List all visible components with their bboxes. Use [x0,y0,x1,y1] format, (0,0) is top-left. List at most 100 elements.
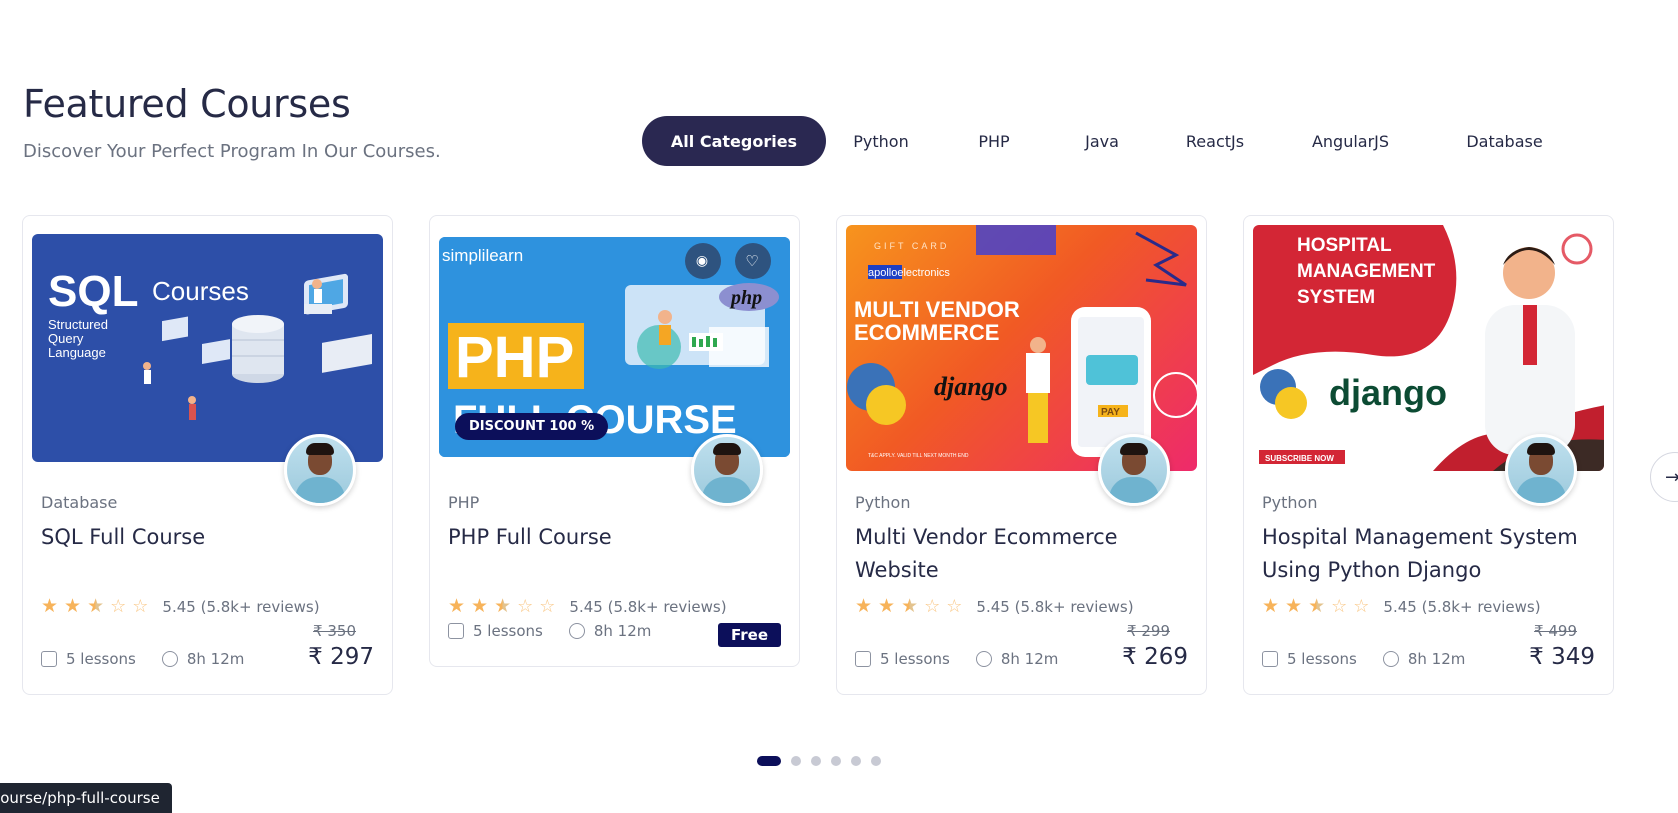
clock-icon [161,651,178,667]
star-outline-icon: ☆ [517,595,534,617]
star-half-icon: ★ [494,595,512,617]
star-icon: ★ [855,595,873,617]
course-duration: 8h 12m [1000,650,1059,668]
lessons-count: 5 lessons [473,622,543,640]
course-duration: 8h 12m [1407,650,1466,668]
link-status-text: course/php-full-course [0,789,160,807]
thumb-sub: Structured [48,317,108,332]
box-icon [448,623,464,639]
rating-text: 5.45 (5.8k+ reviews) [569,597,727,616]
pagination-dot[interactable] [811,756,821,766]
star-icon: ★ [1285,595,1303,617]
course-rating: ★ ★ ★ ☆ ☆ 5.45 (5.8k+ reviews) [1262,597,1541,616]
thumb-word: Courses [152,276,249,306]
star-outline-icon: ☆ [946,595,963,617]
thumb-subscribe: SUBSCRIBE NOW [1265,454,1334,463]
course-card[interactable]: HOSPITAL MANAGEMENT SYSTEM django SUBSCR… [1243,215,1614,695]
thumb-django: django [934,372,1008,401]
course-category[interactable]: Python [855,493,910,512]
thumb-small: GIFT CARD [874,241,949,251]
pagination-dot[interactable] [757,756,781,766]
star-icon: ★ [64,595,82,617]
thumb-big-text: PHP [455,325,574,390]
star-icon: ★ [448,595,466,617]
thumb-line3: SYSTEM [1297,287,1375,308]
lessons-count: 5 lessons [880,650,950,668]
course-rating: ★ ★ ★ ☆ ☆ 5.45 (5.8k+ reviews) [855,597,1134,616]
tab-angularjs[interactable]: AngularJS [1278,116,1423,166]
course-thumbnail[interactable]: SQL Courses Structured Query Language [32,234,383,462]
course-rating: ★ ★ ★ ☆ ☆ 5.45 (5.8k+ reviews) [448,597,727,616]
pagination-dot[interactable] [871,756,881,766]
star-half-icon: ★ [87,595,105,617]
thumb-line1: MULTI VENDOR [854,297,1020,322]
carousel-next-button[interactable]: → [1650,452,1678,502]
tab-all-categories[interactable]: All Categories [642,116,826,166]
course-meta: 5 lessons 8h 12m [448,622,651,640]
star-outline-icon: ☆ [132,595,149,617]
instructor-avatar[interactable] [1505,434,1577,506]
course-category[interactable]: Python [1262,493,1317,512]
course-card[interactable]: simplilearn PHP FULL COURSE php ◉ ♡ DISC… [429,215,800,667]
section-subtitle: Discover Your Perfect Program In Our Cou… [23,141,441,162]
pagination-dot[interactable] [791,756,801,766]
clock-icon [975,651,992,667]
star-outline-icon: ☆ [1331,595,1348,617]
course-category[interactable]: PHP [448,493,479,512]
rating-text: 5.45 (5.8k+ reviews) [976,597,1134,616]
star-half-icon: ★ [1308,595,1326,617]
star-icon: ★ [878,595,896,617]
course-card[interactable]: GIFT CARD apolloelectronics MULTI VENDOR… [836,215,1207,695]
course-thumbnail[interactable]: GIFT CARD apolloelectronics MULTI VENDOR… [846,225,1197,471]
course-rating: ★ ★ ★ ☆ ☆ 5.45 (5.8k+ reviews) [41,597,320,616]
tab-java[interactable]: Java [1052,116,1152,166]
star-icon: ★ [41,595,59,617]
eye-icon[interactable]: ◉ [692,251,712,271]
sql-illustration: SQL Courses Structured Query Language [48,267,372,420]
thumb-django: django [1329,372,1447,413]
free-badge: Free [717,623,781,647]
course-card[interactable]: SQL Courses Structured Query Language Da… [22,215,393,695]
ecommerce-illustration: GIFT CARD apolloelectronics MULTI VENDOR… [847,225,1197,459]
heart-icon[interactable]: ♡ [742,251,762,271]
thumb-line2: ECOMMERCE [854,320,999,345]
course-title[interactable]: SQL Full Course [41,521,368,554]
old-price: ₹ 499 [1534,622,1577,640]
star-outline-icon: ☆ [539,595,556,617]
thumb-line1: HOSPITAL [1297,235,1392,256]
lessons-count: 5 lessons [1287,650,1357,668]
instructor-avatar[interactable] [1098,434,1170,506]
thumb-pay: PAY [1101,407,1120,418]
tab-php[interactable]: PHP [936,116,1052,166]
course-thumbnail[interactable]: HOSPITAL MANAGEMENT SYSTEM django SUBSCR… [1253,225,1604,471]
tab-python[interactable]: Python [826,116,936,166]
course-category[interactable]: Database [41,493,117,512]
star-icon: ★ [471,595,489,617]
clock-icon [568,623,585,639]
instructor-avatar[interactable] [691,434,763,506]
star-icon: ★ [1262,595,1280,617]
course-price: ₹ 297 [308,644,374,670]
star-outline-icon: ☆ [110,595,127,617]
old-price: ₹ 350 [313,622,356,640]
course-title[interactable]: Hospital Management System Using Python … [1262,521,1589,587]
clock-icon [1382,651,1399,667]
course-title[interactable]: PHP Full Course [448,521,775,554]
course-meta: 5 lessons 8h 12m [1262,650,1465,668]
course-thumbnail[interactable]: simplilearn PHP FULL COURSE php ◉ ♡ DISC… [439,237,790,457]
instructor-avatar[interactable] [284,434,356,506]
pagination-dot[interactable] [831,756,841,766]
tab-database[interactable]: Database [1423,116,1586,166]
box-icon [41,651,57,667]
tab-reactjs[interactable]: ReactJs [1152,116,1278,166]
course-duration: 8h 12m [593,622,652,640]
course-price: ₹ 269 [1122,644,1188,670]
thumb-line2: MANAGEMENT [1297,261,1436,282]
rating-text: 5.45 (5.8k+ reviews) [162,597,320,616]
course-title[interactable]: Multi Vendor Ecommerce Website [855,521,1182,587]
rating-text: 5.45 (5.8k+ reviews) [1383,597,1541,616]
hospital-illustration: HOSPITAL MANAGEMENT SYSTEM django SUBSCR… [1253,225,1604,471]
star-outline-icon: ☆ [1353,595,1370,617]
pagination-dot[interactable] [851,756,861,766]
box-icon [1262,651,1278,667]
